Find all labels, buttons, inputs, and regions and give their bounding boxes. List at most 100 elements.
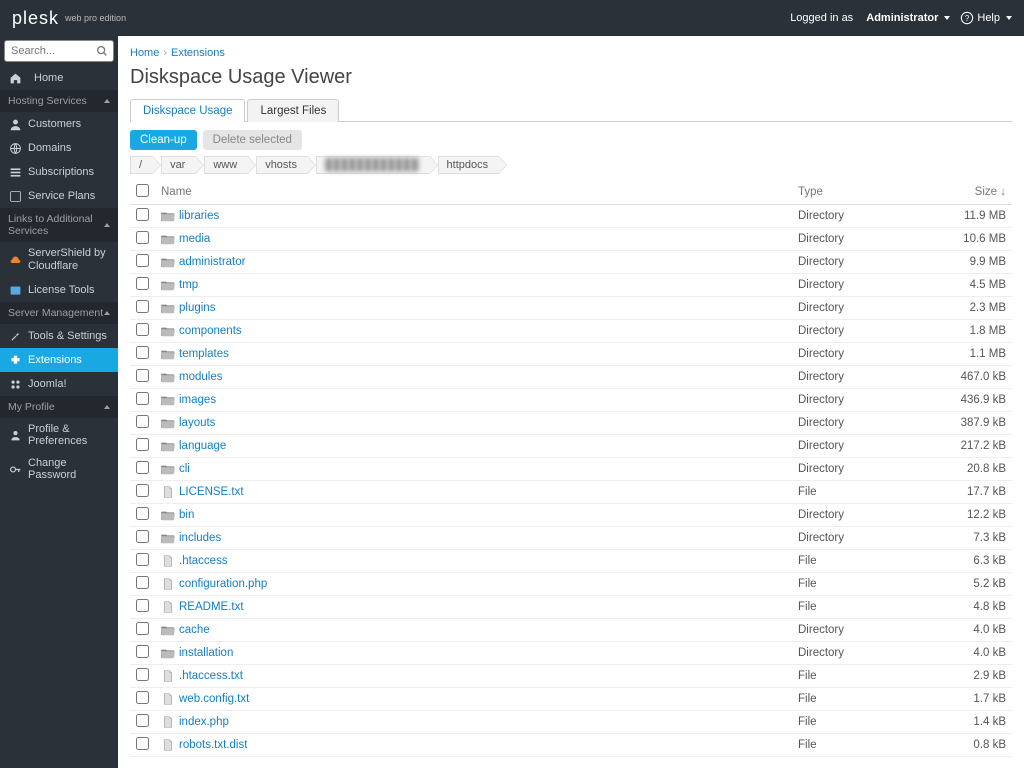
- folder-icon: [161, 440, 179, 452]
- sidebar-item-tools[interactable]: Tools & Settings: [0, 324, 118, 348]
- file-name-link[interactable]: cli: [179, 463, 190, 475]
- folder-icon: [161, 279, 179, 291]
- file-size: 2.3 MB: [922, 297, 1012, 320]
- file-name-link[interactable]: index.php: [179, 716, 229, 728]
- file-name-link[interactable]: language: [179, 440, 226, 452]
- file-name-link[interactable]: installation: [179, 647, 233, 659]
- col-name[interactable]: Name: [155, 180, 792, 205]
- search-input[interactable]: [4, 40, 114, 62]
- file-name-link[interactable]: components: [179, 325, 242, 337]
- row-checkbox[interactable]: [136, 208, 149, 221]
- row-checkbox[interactable]: [136, 300, 149, 313]
- row-checkbox[interactable]: [136, 484, 149, 497]
- path-segment[interactable]: var: [161, 156, 196, 174]
- select-all-checkbox[interactable]: [136, 184, 149, 197]
- table-row: installationDirectory4.0 kB: [130, 642, 1012, 665]
- file-name-link[interactable]: images: [179, 394, 216, 406]
- path-segment[interactable]: www: [204, 156, 248, 174]
- sidebar-section-server[interactable]: Server Management: [0, 302, 118, 324]
- col-size[interactable]: Size ↓: [922, 180, 1012, 205]
- file-name-link[interactable]: .htaccess: [179, 555, 228, 567]
- path-segment[interactable]: vhosts: [256, 156, 308, 174]
- file-name-link[interactable]: administrator: [179, 256, 245, 268]
- row-checkbox[interactable]: [136, 645, 149, 658]
- sidebar-item-servershield[interactable]: ServerShield by Cloudflare: [0, 242, 118, 278]
- file-size: 467.0 kB: [922, 366, 1012, 389]
- help-menu[interactable]: ? Help: [960, 11, 1012, 25]
- sidebar-item-extensions[interactable]: Extensions: [0, 348, 118, 372]
- file-name-link[interactable]: plugins: [179, 302, 215, 314]
- file-name-link[interactable]: libraries: [179, 210, 219, 222]
- sidebar-section-profile[interactable]: My Profile: [0, 396, 118, 418]
- row-checkbox[interactable]: [136, 714, 149, 727]
- table-row: index.phpFile1.4 kB: [130, 711, 1012, 734]
- sidebar-item-home[interactable]: Home: [0, 66, 118, 90]
- file-icon: [161, 693, 179, 705]
- file-name-link[interactable]: bin: [179, 509, 194, 521]
- sidebar-item-profileprefs[interactable]: Profile & Preferences: [0, 418, 118, 452]
- file-icon: [161, 670, 179, 682]
- row-checkbox[interactable]: [136, 668, 149, 681]
- row-checkbox[interactable]: [136, 553, 149, 566]
- file-name-link[interactable]: media: [179, 233, 210, 245]
- sidebar-item-changepwd[interactable]: Change Password: [0, 452, 118, 486]
- row-checkbox[interactable]: [136, 737, 149, 750]
- folder-icon: [161, 394, 179, 406]
- file-icon: [161, 555, 179, 567]
- col-type[interactable]: Type: [792, 180, 922, 205]
- row-checkbox[interactable]: [136, 369, 149, 382]
- sidebar-item-customers[interactable]: Customers: [0, 112, 118, 136]
- row-checkbox[interactable]: [136, 346, 149, 359]
- file-type: File: [792, 596, 922, 619]
- sidebar-section-hosting[interactable]: Hosting Services: [0, 90, 118, 112]
- file-type: Directory: [792, 642, 922, 665]
- sidebar-item-domains[interactable]: Domains: [0, 136, 118, 160]
- row-checkbox[interactable]: [136, 599, 149, 612]
- file-name-link[interactable]: templates: [179, 348, 229, 360]
- row-checkbox[interactable]: [136, 415, 149, 428]
- file-name-link[interactable]: .htaccess.txt: [179, 670, 243, 682]
- file-name-link[interactable]: robots.txt.dist: [179, 739, 247, 751]
- row-checkbox[interactable]: [136, 323, 149, 336]
- sidebar-item-joomla[interactable]: Joomla!: [0, 372, 118, 396]
- file-name-link[interactable]: README.txt: [179, 601, 244, 613]
- sidebar-item-licensetools[interactable]: License Tools: [0, 278, 118, 302]
- file-icon: [161, 578, 179, 590]
- tab-largest-files[interactable]: Largest Files: [247, 99, 339, 122]
- row-checkbox[interactable]: [136, 461, 149, 474]
- row-checkbox[interactable]: [136, 392, 149, 405]
- file-name-link[interactable]: modules: [179, 371, 222, 383]
- breadcrumb-home[interactable]: Home: [130, 47, 159, 59]
- delete-selected-button[interactable]: Delete selected: [203, 130, 302, 150]
- user-menu[interactable]: Administrator: [866, 12, 950, 24]
- path-segment[interactable]: /: [130, 156, 153, 174]
- sidebar-item-subscriptions[interactable]: Subscriptions: [0, 160, 118, 184]
- file-size: 0.8 kB: [922, 734, 1012, 757]
- row-checkbox[interactable]: [136, 438, 149, 451]
- file-name-link[interactable]: includes: [179, 532, 221, 544]
- row-checkbox[interactable]: [136, 277, 149, 290]
- sidebar-item-serviceplans[interactable]: Service Plans: [0, 184, 118, 208]
- row-checkbox[interactable]: [136, 576, 149, 589]
- row-checkbox[interactable]: [136, 254, 149, 267]
- cleanup-button[interactable]: Clean-up: [130, 130, 197, 150]
- file-size: 17.7 kB: [922, 481, 1012, 504]
- file-name-link[interactable]: cache: [179, 624, 210, 636]
- table-row: languageDirectory217.2 kB: [130, 435, 1012, 458]
- breadcrumb-extensions[interactable]: Extensions: [171, 47, 225, 59]
- sidebar-section-links[interactable]: Links to Additional Services: [0, 208, 118, 242]
- row-checkbox[interactable]: [136, 231, 149, 244]
- file-name-link[interactable]: LICENSE.txt: [179, 486, 244, 498]
- file-name-link[interactable]: tmp: [179, 279, 198, 291]
- path-segment[interactable]: httpdocs: [438, 156, 500, 174]
- row-checkbox[interactable]: [136, 622, 149, 635]
- row-checkbox[interactable]: [136, 507, 149, 520]
- path-segment[interactable]: ████████████: [316, 156, 430, 174]
- row-checkbox[interactable]: [136, 691, 149, 704]
- file-name-link[interactable]: layouts: [179, 417, 215, 429]
- tab-diskspace-usage[interactable]: Diskspace Usage: [130, 99, 245, 122]
- file-size: 1.7 kB: [922, 688, 1012, 711]
- row-checkbox[interactable]: [136, 530, 149, 543]
- file-name-link[interactable]: web.config.txt: [179, 693, 249, 705]
- file-name-link[interactable]: configuration.php: [179, 578, 267, 590]
